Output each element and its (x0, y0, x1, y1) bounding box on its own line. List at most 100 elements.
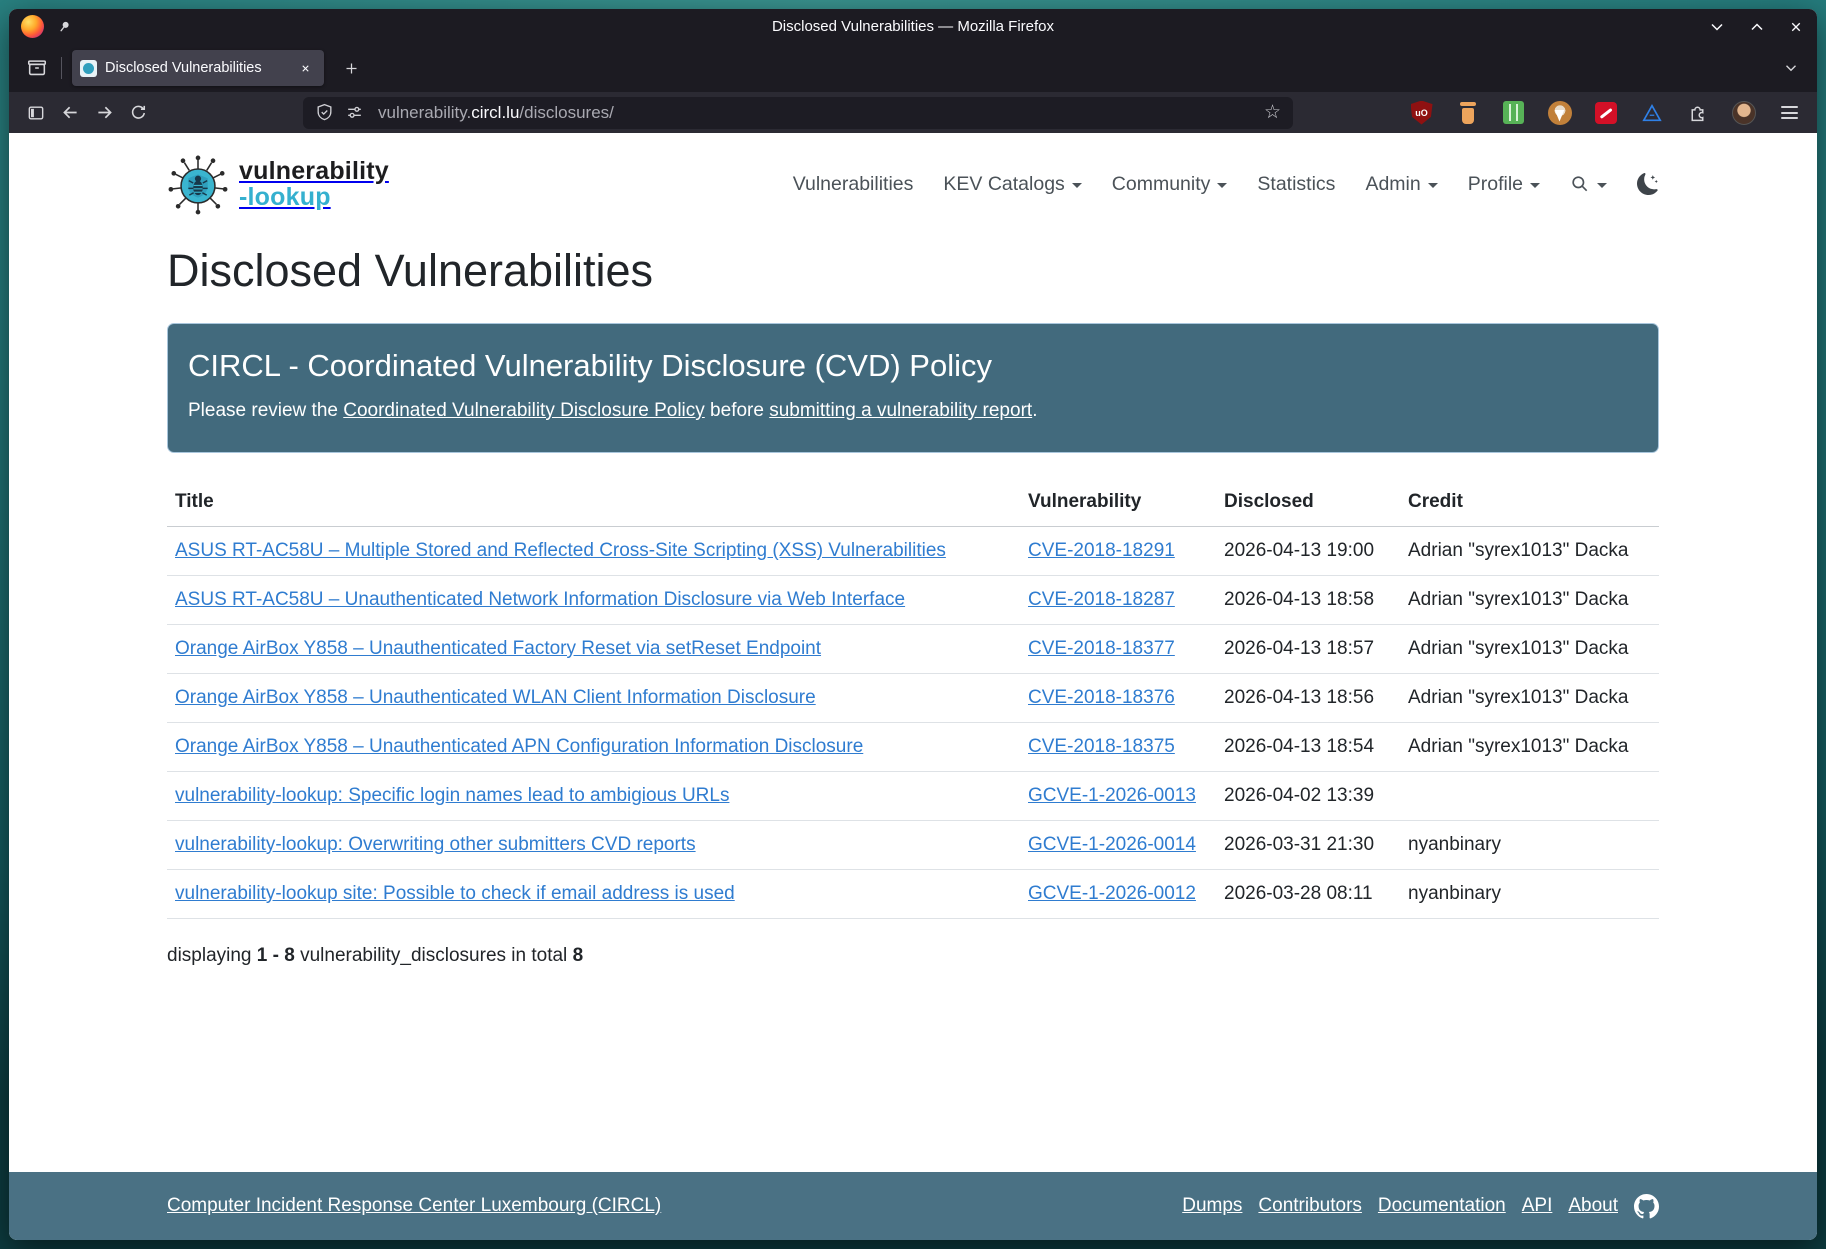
nav-profile[interactable]: Profile (1468, 173, 1540, 196)
url-bar[interactable]: vulnerability.circl.lu/disclosures/ ☆ (303, 97, 1293, 129)
moon-icon (1637, 173, 1659, 195)
dark-mode-toggle[interactable] (1637, 173, 1659, 195)
table-row: ASUS RT-AC58U – Multiple Stored and Refl… (167, 527, 1659, 576)
site-footer: Computer Incident Response Center Luxemb… (9, 1172, 1817, 1240)
credit-cell: nyanbinary (1400, 870, 1659, 919)
disclosed-cell: 2026-04-13 18:56 (1216, 674, 1400, 723)
footer-circl-link[interactable]: Computer Incident Response Center Luxemb… (167, 1195, 661, 1217)
col-title: Title (167, 475, 1020, 527)
col-vulnerability: Vulnerability (1020, 475, 1216, 527)
cve-link[interactable]: GCVE-1-2026-0014 (1028, 834, 1196, 855)
disclosed-cell: 2026-04-13 18:54 (1216, 723, 1400, 772)
disclosure-title-link[interactable]: vulnerability-lookup site: Possible to c… (175, 883, 735, 904)
window-titlebar: Disclosed Vulnerabilities — Mozilla Fire… (9, 9, 1817, 44)
cve-link[interactable]: GCVE-1-2026-0012 (1028, 883, 1196, 904)
submit-report-link[interactable]: submitting a vulnerability report (769, 400, 1032, 421)
bookmark-star-button[interactable]: ☆ (1264, 103, 1281, 122)
main-nav: Vulnerabilities KEV Catalogs Community S… (793, 173, 1659, 196)
chevron-down-icon (1217, 183, 1227, 188)
cvd-policy-banner: CIRCL - Coordinated Vulnerability Disclo… (167, 323, 1659, 453)
list-all-tabs-button[interactable] (1775, 52, 1807, 84)
tracking-protection-shield-icon[interactable] (315, 103, 334, 122)
nav-vulnerabilities[interactable]: Vulnerabilities (793, 173, 914, 196)
page-title: Disclosed Vulnerabilities (167, 245, 1659, 297)
extension-privacy-badger-button[interactable] (1546, 99, 1573, 126)
cve-link[interactable]: CVE-2018-18376 (1028, 687, 1175, 708)
footer-link-dumps[interactable]: Dumps (1182, 1195, 1242, 1217)
disclosure-title-link[interactable]: vulnerability-lookup: Overwriting other … (175, 834, 696, 855)
github-icon (1634, 1194, 1659, 1219)
nav-admin[interactable]: Admin (1365, 173, 1437, 196)
url-text: vulnerability.circl.lu/disclosures/ (378, 103, 614, 123)
cve-link[interactable]: CVE-2018-18287 (1028, 589, 1175, 610)
cve-link[interactable]: CVE-2018-18375 (1028, 736, 1175, 757)
extension-blue-triangle-button[interactable] (1638, 99, 1665, 126)
page-content: vulnerability -lookup Vulnerabilities KE… (9, 133, 1817, 1172)
disclosure-title-link[interactable]: ASUS RT-AC58U – Multiple Stored and Refl… (175, 540, 946, 561)
disclosure-title-link[interactable]: vulnerability-lookup: Specific login nam… (175, 785, 729, 806)
col-disclosed: Disclosed (1216, 475, 1400, 527)
app-menu-button[interactable] (1776, 99, 1803, 126)
new-tab-button[interactable] (334, 51, 368, 85)
table-row: vulnerability-lookup: Overwriting other … (167, 821, 1659, 870)
disclosed-cell: 2026-03-31 21:30 (1216, 821, 1400, 870)
extension-green-button[interactable] (1500, 99, 1527, 126)
github-link[interactable] (1634, 1194, 1659, 1219)
site-permissions-icon[interactable] (345, 103, 364, 122)
sidebar-toggle-button[interactable] (19, 97, 53, 129)
disclosure-title-link[interactable]: Orange AirBox Y858 – Unauthenticated APN… (175, 736, 863, 757)
cve-link[interactable]: CVE-2018-18291 (1028, 540, 1175, 561)
site-header: vulnerability -lookup Vulnerabilities KE… (167, 133, 1659, 217)
disclosed-cell: 2026-04-13 19:00 (1216, 527, 1400, 576)
credit-cell: Adrian "syrex1013" Dacka (1400, 576, 1659, 625)
window-maximize-button[interactable] (1747, 17, 1767, 37)
table-row: vulnerability-lookup site: Possible to c… (167, 870, 1659, 919)
window-minimize-button[interactable] (1707, 17, 1727, 37)
chevron-down-icon (1530, 183, 1540, 188)
chevron-down-icon (1428, 183, 1438, 188)
tab-bar: Disclosed Vulnerabilities (9, 44, 1817, 92)
banner-heading: CIRCL - Coordinated Vulnerability Disclo… (188, 348, 1638, 384)
footer-link-about[interactable]: About (1568, 1195, 1618, 1217)
cve-link[interactable]: GCVE-1-2026-0013 (1028, 785, 1196, 806)
firefox-view-button[interactable] (19, 50, 55, 86)
disclosure-title-link[interactable]: ASUS RT-AC58U – Unauthenticated Network … (175, 589, 905, 610)
window-close-button[interactable] (1787, 17, 1805, 37)
cve-link[interactable]: CVE-2018-18377 (1028, 638, 1175, 659)
nav-kev-catalogs[interactable]: KEV Catalogs (943, 173, 1081, 196)
credit-cell: Adrian "syrex1013" Dacka (1400, 723, 1659, 772)
nav-community[interactable]: Community (1112, 173, 1228, 196)
table-row: vulnerability-lookup: Specific login nam… (167, 772, 1659, 821)
credit-cell: Adrian "syrex1013" Dacka (1400, 625, 1659, 674)
tab-close-button[interactable] (294, 57, 316, 79)
cvd-policy-link[interactable]: Coordinated Vulnerability Disclosure Pol… (343, 400, 705, 421)
chevron-down-icon (1072, 183, 1082, 188)
banner-text: Please review the Coordinated Vulnerabil… (188, 400, 1638, 422)
nav-statistics[interactable]: Statistics (1257, 173, 1335, 196)
disclosure-title-link[interactable]: Orange AirBox Y858 – Unauthenticated Fac… (175, 638, 821, 659)
table-row: Orange AirBox Y858 – Unauthenticated WLA… (167, 674, 1659, 723)
extension-red-wand-button[interactable] (1592, 99, 1619, 126)
footer-links: Dumps Contributors Documentation API Abo… (1182, 1194, 1659, 1219)
footer-link-api[interactable]: API (1522, 1195, 1553, 1217)
profile-avatar-button[interactable] (1730, 99, 1757, 126)
site-logo[interactable]: vulnerability -lookup (167, 151, 389, 217)
forward-button[interactable] (87, 97, 121, 129)
tab-label: Disclosed Vulnerabilities (105, 60, 286, 76)
back-button[interactable] (53, 97, 87, 129)
extension-orange-trash-button[interactable] (1454, 99, 1481, 126)
disclosure-title-link[interactable]: Orange AirBox Y858 – Unauthenticated WLA… (175, 687, 816, 708)
tab-separator (61, 57, 62, 79)
table-header-row: Title Vulnerability Disclosed Credit (167, 475, 1659, 527)
navigation-toolbar: vulnerability.circl.lu/disclosures/ ☆ uO (9, 92, 1817, 133)
extensions-puzzle-button[interactable] (1684, 99, 1711, 126)
logo-bug-icon (167, 151, 229, 217)
table-row: Orange AirBox Y858 – Unauthenticated APN… (167, 723, 1659, 772)
tab-disclosed-vulnerabilities[interactable]: Disclosed Vulnerabilities (72, 50, 324, 86)
extension-ublock-origin-button[interactable]: uO (1408, 99, 1435, 126)
credit-cell (1400, 772, 1659, 821)
reload-button[interactable] (121, 97, 155, 129)
nav-search-button[interactable] (1570, 174, 1607, 194)
footer-link-contributors[interactable]: Contributors (1258, 1195, 1362, 1217)
footer-link-documentation[interactable]: Documentation (1378, 1195, 1506, 1217)
